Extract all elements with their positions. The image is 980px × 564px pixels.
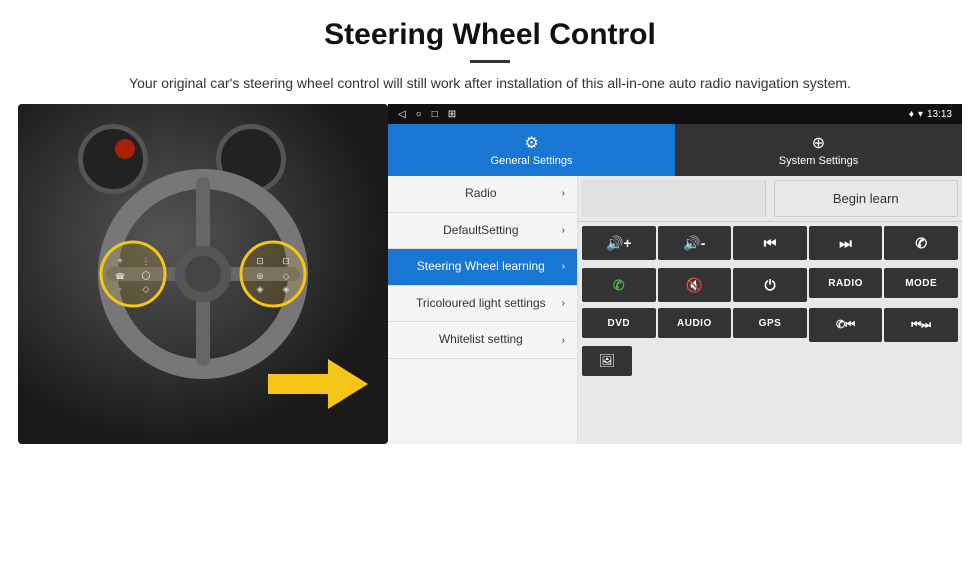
svg-text:〇: 〇: [141, 271, 150, 281]
svg-text:◈: ◈: [283, 284, 290, 294]
radio-btn[interactable]: RADIO: [809, 268, 883, 298]
vol-up-btn[interactable]: 🔊+: [582, 226, 656, 260]
menu-item-steering[interactable]: Steering Wheel learning ›: [388, 249, 577, 286]
mode-btn[interactable]: MODE: [884, 268, 958, 298]
chevron-icon: ›: [562, 225, 565, 236]
prev-track-icon: ⏮: [764, 235, 777, 252]
vol-down-icon: 🔊-: [683, 235, 705, 252]
vol-up-icon: 🔊+: [606, 235, 632, 252]
answer-btn[interactable]: ✆: [582, 268, 656, 302]
next-track-icon: ⏭: [839, 235, 852, 252]
radio-label: RADIO: [828, 278, 863, 289]
mute-btn[interactable]: 🔇: [658, 268, 732, 302]
svg-text:⊡: ⊡: [282, 256, 290, 266]
home-icon: ○: [416, 109, 422, 120]
gps-label: GPS: [759, 318, 782, 329]
phone-prev-btn[interactable]: ✆⏮: [809, 308, 883, 342]
tab-general-label: General Settings: [491, 155, 573, 167]
location-icon: ♦: [909, 109, 914, 120]
main-area: Radio › DefaultSetting › Steering Wheel …: [388, 176, 962, 444]
audio-btn[interactable]: AUDIO: [658, 308, 732, 338]
tab-system[interactable]: ⊕ System Settings: [675, 124, 962, 176]
menu-item-tricolour[interactable]: Tricoloured light settings ›: [388, 286, 577, 323]
arrow-indicator: [268, 354, 368, 414]
menu-item-tricolour-label: Tricoloured light settings: [400, 296, 562, 312]
mode-label: MODE: [905, 278, 937, 289]
dvd-label: DVD: [607, 318, 630, 329]
next-track-btn[interactable]: ⏭: [809, 226, 883, 260]
empty-control-box: [582, 180, 766, 217]
car-background: + ☎ - ⋮ 〇 ◇ ⊡ ⊛ ◈ ⊡ ◇ ◈: [18, 104, 388, 444]
gauge-red-indicator: [115, 139, 135, 159]
chevron-icon: ›: [562, 335, 565, 346]
svg-text:☎: ☎: [115, 272, 125, 281]
controls-grid-row1: 🔊+ 🔊- ⏮ ⏭ ✆: [578, 222, 962, 264]
tab-general[interactable]: ⚙ General Settings: [388, 124, 675, 176]
svg-text:+: +: [117, 256, 123, 267]
svg-text:◇: ◇: [283, 271, 290, 281]
phone-icon: ✆: [915, 235, 927, 252]
svg-text:-: -: [118, 284, 121, 295]
chevron-icon: ›: [562, 261, 565, 272]
controls-last-row: 🖼: [578, 344, 962, 378]
svg-text:⋮: ⋮: [142, 256, 151, 266]
subtitle-text: Your original car's steering wheel contr…: [40, 73, 940, 94]
begin-learn-button[interactable]: Begin learn: [774, 180, 959, 217]
status-bar: ◁ ○ □ ⊞ ♦ ▾ 13:13: [388, 104, 962, 124]
tab-system-label: System Settings: [779, 155, 858, 167]
menu-item-default-label: DefaultSetting: [400, 223, 562, 239]
header-section: Steering Wheel Control Your original car…: [0, 0, 980, 104]
controls-grid-row2: ✆ 🔇 ⏻ RADIO MODE: [578, 264, 962, 306]
menu-item-whitelist-label: Whitelist setting: [400, 332, 562, 348]
menu-panel: Radio › DefaultSetting › Steering Wheel …: [388, 176, 578, 444]
page-wrapper: Steering Wheel Control Your original car…: [0, 0, 980, 564]
status-right: ♦ ▾ 13:13: [909, 109, 952, 120]
controls-panel: Begin learn 🔊+ 🔊- ⏮: [578, 176, 962, 444]
prev-next-icon: ⏮⏭: [911, 319, 931, 332]
image-btn[interactable]: 🖼: [582, 346, 632, 376]
title-divider: [470, 60, 510, 63]
phone-call-btn[interactable]: ✆: [884, 226, 958, 260]
general-settings-icon: ⚙: [524, 133, 538, 153]
image-icon: 🖼: [599, 353, 616, 369]
gps-btn[interactable]: GPS: [733, 308, 807, 338]
content-section: + ☎ - ⋮ 〇 ◇ ⊡ ⊛ ◈ ⊡ ◇ ◈: [0, 104, 980, 564]
vol-down-btn[interactable]: 🔊-: [658, 226, 732, 260]
menu-item-radio[interactable]: Radio ›: [388, 176, 577, 213]
controls-top-row: Begin learn: [578, 176, 962, 222]
menu-item-steering-label: Steering Wheel learning: [400, 259, 562, 275]
chevron-icon: ›: [562, 188, 565, 199]
menu-item-radio-label: Radio: [400, 186, 562, 202]
back-icon: ◁: [398, 109, 406, 120]
svg-text:⊛: ⊛: [256, 271, 264, 281]
prev-next-btn[interactable]: ⏮⏭: [884, 308, 958, 342]
page-title: Steering Wheel Control: [40, 18, 940, 52]
svg-text:⊡: ⊡: [256, 256, 264, 266]
status-left: ◁ ○ □ ⊞: [398, 109, 456, 120]
mute-icon: 🔇: [686, 277, 703, 294]
power-icon: ⏻: [764, 277, 775, 294]
apps-icon: ⊞: [448, 109, 456, 120]
prev-track-btn[interactable]: ⏮: [733, 226, 807, 260]
answer-icon: ✆: [613, 277, 625, 294]
dvd-btn[interactable]: DVD: [582, 308, 656, 338]
chevron-icon: ›: [562, 298, 565, 309]
time-display: 13:13: [927, 109, 952, 120]
svg-text:◈: ◈: [257, 284, 264, 294]
recents-icon: □: [432, 109, 438, 120]
audio-label: AUDIO: [677, 318, 712, 329]
controls-grid-row3: DVD AUDIO GPS ✆⏮ ⏮⏭: [578, 306, 962, 344]
power-btn[interactable]: ⏻: [733, 268, 807, 302]
svg-text:◇: ◇: [143, 284, 150, 294]
steering-wheel-svg: + ☎ - ⋮ 〇 ◇ ⊡ ⊛ ◈ ⊡ ◇ ◈: [78, 164, 328, 384]
system-settings-icon: ⊕: [812, 133, 825, 153]
menu-item-default[interactable]: DefaultSetting ›: [388, 213, 577, 250]
phone-prev-icon: ✆⏮: [836, 318, 855, 332]
car-image: + ☎ - ⋮ 〇 ◇ ⊡ ⊛ ◈ ⊡ ◇ ◈: [18, 104, 388, 444]
tabs-row: ⚙ General Settings ⊕ System Settings: [388, 124, 962, 176]
signal-icon: ▾: [918, 109, 923, 120]
android-panel: ◁ ○ □ ⊞ ♦ ▾ 13:13 ⚙ General Settings: [388, 104, 962, 444]
menu-item-whitelist[interactable]: Whitelist setting ›: [388, 322, 577, 359]
